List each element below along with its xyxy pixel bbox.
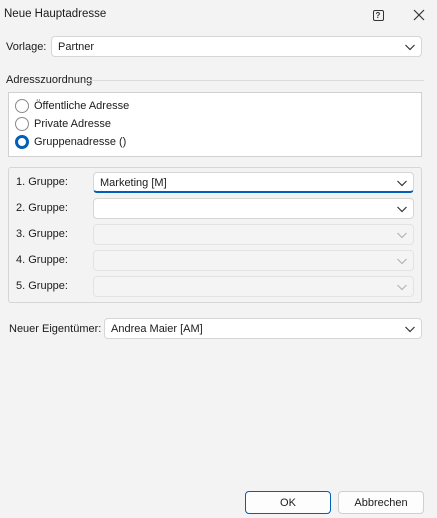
chevron-down-icon	[397, 232, 407, 239]
group-4-dropdown	[93, 250, 414, 271]
radio-public-address[interactable]: Öffentliche Adresse	[15, 98, 129, 114]
radio-group-address[interactable]: Gruppenadresse ()	[15, 134, 126, 150]
close-icon	[413, 9, 425, 21]
owner-value: Andrea Maier [AM]	[111, 323, 203, 335]
vorlage-value: Partner	[58, 41, 95, 53]
group-4-label: 4. Gruppe:	[16, 254, 68, 266]
section-divider	[86, 80, 424, 81]
group-1-label: 1. Gruppe:	[16, 176, 68, 188]
owner-label: Neuer Eigentümer:	[9, 323, 102, 335]
radio-button[interactable]	[15, 135, 29, 149]
group-2-dropdown[interactable]	[93, 198, 414, 219]
help-icon: ?	[372, 9, 384, 21]
help-button[interactable]: ?	[365, 5, 391, 25]
window-title: Neue Hauptadresse	[4, 8, 107, 20]
group-3-dropdown	[93, 224, 414, 245]
vorlage-label: Vorlage:	[6, 41, 47, 53]
radio-label: Öffentliche Adresse	[34, 100, 130, 112]
group-2-label: 2. Gruppe:	[16, 202, 68, 214]
chevron-down-icon	[397, 206, 407, 213]
group-5-dropdown	[93, 276, 414, 297]
vorlage-dropdown[interactable]: Partner	[51, 36, 422, 57]
section-label: Adresszuordnung	[6, 74, 93, 86]
group-1-value: Marketing [M]	[100, 177, 167, 189]
cancel-button[interactable]: Abbrechen	[338, 491, 424, 514]
address-type-radio-group: Öffentliche Adresse Private Adresse Grup…	[8, 92, 422, 157]
group-3-label: 3. Gruppe:	[16, 228, 68, 240]
radio-button[interactable]	[15, 117, 29, 131]
owner-dropdown[interactable]: Andrea Maier [AM]	[104, 318, 422, 339]
radio-button[interactable]	[15, 99, 29, 113]
ok-button[interactable]: OK	[245, 491, 331, 514]
group-1-dropdown[interactable]: Marketing [M]	[93, 172, 414, 193]
radio-label: Gruppenadresse ()	[34, 136, 127, 148]
radio-label: Private Adresse	[34, 118, 112, 130]
chevron-down-icon	[397, 258, 407, 265]
chevron-down-icon	[405, 326, 415, 333]
chevron-down-icon	[405, 44, 415, 51]
radio-private-address[interactable]: Private Adresse	[15, 116, 111, 132]
group-5-label: 5. Gruppe:	[16, 280, 68, 292]
title-bar: Neue Hauptadresse ?	[0, 0, 437, 30]
chevron-down-icon	[397, 284, 407, 291]
close-button[interactable]	[405, 4, 433, 26]
chevron-down-icon	[397, 180, 407, 187]
